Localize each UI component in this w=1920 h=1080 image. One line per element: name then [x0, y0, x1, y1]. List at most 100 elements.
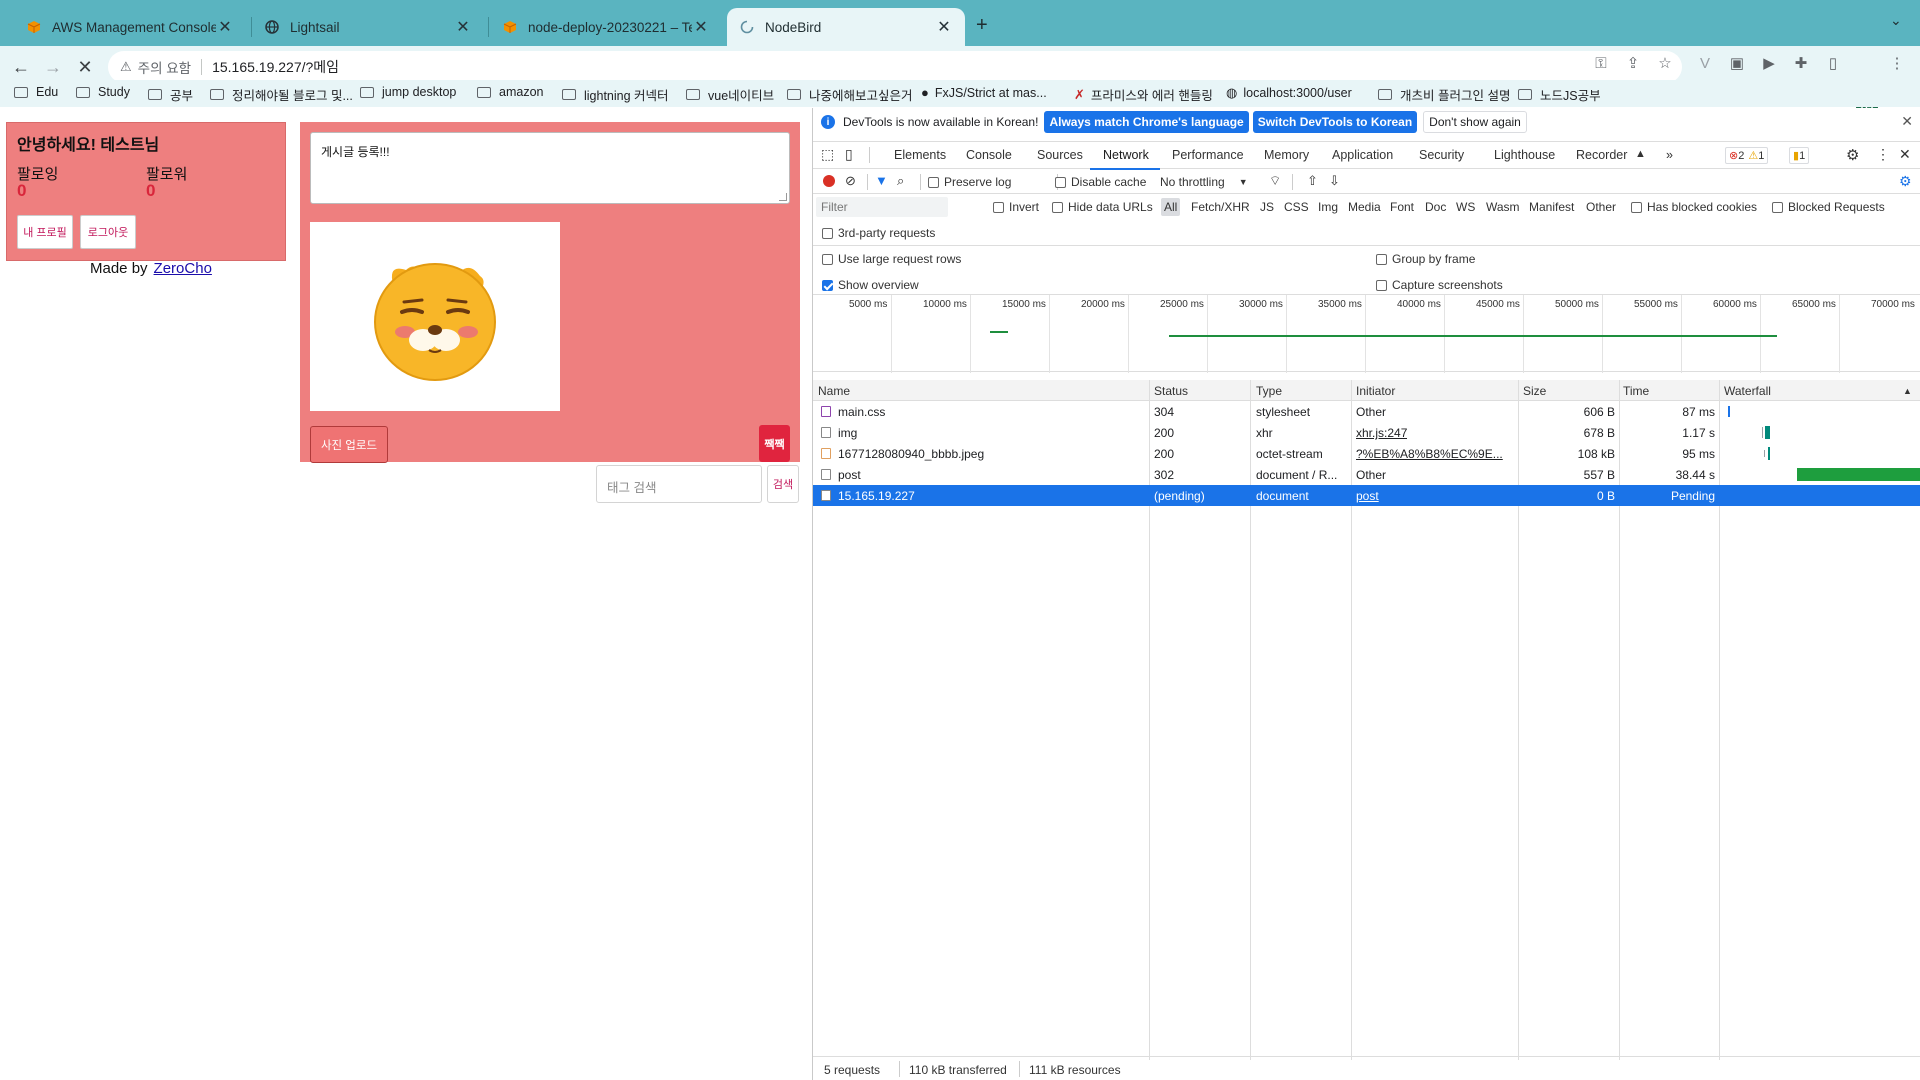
has-blocked-cookies-checkbox[interactable]: Has blocked cookies — [1631, 200, 1757, 214]
dont-show-again-button[interactable]: Don't show again — [1423, 111, 1527, 133]
tweet-submit-button[interactable]: 짹짹 — [759, 425, 790, 462]
new-tab-button[interactable]: + — [976, 14, 988, 37]
forward-arrow-icon[interactable]: → — [38, 52, 68, 82]
bookmark-link[interactable]: ◍ localhost:3000/user — [1226, 85, 1352, 101]
export-har-icon[interactable]: ⇩ — [1329, 173, 1340, 189]
filter-wasm[interactable]: Wasm — [1486, 200, 1520, 214]
post-textarea[interactable]: 게시글 등록!!! — [310, 132, 790, 204]
checkbox[interactable] — [1376, 253, 1387, 265]
gear-icon[interactable]: ⚙ — [1846, 146, 1859, 164]
table-row[interactable]: main.css 304 stylesheet Other 606 B 87 m… — [813, 401, 1920, 422]
large-rows-checkbox[interactable]: Use large request rows — [822, 252, 961, 266]
table-row[interactable]: img 200 xhr xhr.js:247 678 B 1.17 s — [813, 422, 1920, 443]
filter-icon[interactable]: ▼ — [875, 173, 888, 188]
filter-other[interactable]: Other — [1586, 200, 1616, 214]
filter-css[interactable]: CSS — [1284, 200, 1309, 214]
author-link[interactable]: ZeroCho — [154, 260, 212, 277]
checkbox[interactable] — [1055, 176, 1066, 188]
clear-icon[interactable]: ⊘ — [845, 173, 856, 189]
checkbox[interactable] — [993, 201, 1004, 213]
filter-media[interactable]: Media — [1348, 200, 1381, 214]
bookmark-folder[interactable]: 공부 — [148, 85, 193, 104]
checkbox[interactable] — [822, 227, 833, 239]
bookmark-folder[interactable]: Edu — [14, 85, 58, 99]
bookmark-folder[interactable]: amazon — [477, 85, 543, 99]
filter-img[interactable]: Img — [1318, 200, 1338, 214]
group-by-frame-checkbox[interactable]: Group by frame — [1376, 252, 1475, 266]
kebab-menu-icon[interactable]: ⋮ — [1876, 146, 1890, 163]
bookmark-folder[interactable]: 노드JS공부 — [1518, 85, 1601, 104]
back-arrow-icon[interactable]: ← — [6, 52, 36, 82]
checkbox[interactable] — [822, 253, 833, 265]
tab-lighthouse[interactable]: Lighthouse — [1494, 148, 1555, 162]
capture-screenshots-checkbox[interactable]: Capture screenshots — [1376, 278, 1503, 292]
chevron-down-icon[interactable]: ⌄ — [1890, 12, 1902, 29]
extension-media-icon[interactable]: ▶ — [1758, 52, 1780, 74]
search-button[interactable]: 검색 — [767, 465, 799, 503]
share-icon[interactable]: ⇪ — [1622, 52, 1644, 74]
close-icon[interactable]: ✕ — [454, 17, 472, 37]
filter-all[interactable]: All — [1161, 198, 1181, 216]
resize-grip-icon[interactable] — [779, 193, 787, 201]
col-name[interactable]: Name — [818, 384, 850, 398]
filter-js[interactable]: JS — [1260, 200, 1274, 214]
tab-nodebird[interactable]: NodeBird ✕ — [727, 8, 965, 46]
tab-node-deploy[interactable]: node-deploy-20230221 – Term ✕ — [490, 8, 722, 46]
tab-elements[interactable]: Elements — [894, 148, 946, 162]
tab-sources[interactable]: Sources — [1037, 148, 1083, 162]
error-badge[interactable]: ⊗ 2 ⚠ 1 — [1725, 147, 1769, 164]
tab-application[interactable]: Application — [1332, 148, 1393, 162]
match-language-button[interactable]: Always match Chrome's language — [1044, 111, 1249, 133]
tab-security[interactable]: Security — [1419, 148, 1464, 162]
row-initiator-link[interactable]: post — [1356, 489, 1379, 503]
checkbox[interactable] — [1772, 201, 1783, 213]
invert-checkbox[interactable]: Invert — [993, 200, 1039, 214]
disable-cache-checkbox[interactable]: Disable cache — [1055, 175, 1146, 189]
bookmark-folder[interactable]: vue네이티브 — [686, 85, 774, 104]
row-initiator-link[interactable]: xhr.js:247 — [1356, 426, 1407, 440]
bookmark-folder[interactable]: lightning 커넥터 — [562, 85, 669, 104]
key-icon[interactable]: ⚿ — [1590, 52, 1612, 74]
blocked-requests-checkbox[interactable]: Blocked Requests — [1772, 200, 1885, 214]
table-row[interactable]: 1677128080940_bbbb.jpeg 200 octet-stream… — [813, 443, 1920, 464]
photo-upload-button[interactable]: 사진 업로드 — [310, 426, 388, 463]
close-icon[interactable]: ✕ — [692, 17, 710, 37]
checkbox[interactable] — [822, 279, 833, 291]
puzzle-icon[interactable]: ✚ — [1790, 52, 1812, 74]
bookmark-link[interactable]: ● FxJS/Strict at mas... — [921, 85, 1047, 100]
tab-console[interactable]: Console — [966, 148, 1012, 162]
col-size[interactable]: Size — [1523, 384, 1546, 398]
bookmark-folder[interactable]: 개츠비 플러그인 설명 — [1378, 85, 1510, 104]
checkbox[interactable] — [1376, 279, 1387, 291]
bookmark-folder[interactable]: jump desktop — [360, 85, 456, 99]
bookmark-link[interactable]: ✗ 프라미스와 에러 핸들링 — [1074, 85, 1213, 104]
stop-loading-icon[interactable]: ✕ — [70, 52, 100, 82]
network-conditions-icon[interactable]: ⌔ — [1269, 173, 1281, 189]
tab-lightsail[interactable]: Lightsail ✕ — [252, 8, 484, 46]
filter-ws[interactable]: WS — [1456, 200, 1475, 214]
bookmark-folder[interactable]: Study — [76, 85, 130, 99]
tag-search-input[interactable]: 태그 검색 — [596, 465, 762, 503]
table-row[interactable]: post 302 document / R... Other 557 B 38.… — [813, 464, 1920, 485]
search-icon[interactable]: ⌕ — [897, 173, 904, 189]
logout-button[interactable]: 로그아웃 — [80, 215, 136, 249]
col-status[interactable]: Status — [1154, 384, 1188, 398]
sidebar-icon[interactable]: ▯ — [1822, 52, 1844, 74]
network-settings-gear-icon[interactable]: ⚙ — [1899, 173, 1912, 190]
import-har-icon[interactable]: ⇧ — [1307, 173, 1318, 189]
address-bar[interactable]: ⚠ 주의 요함 15.165.19.227/?메임 — [108, 51, 1682, 83]
tab-aws-console[interactable]: AWS Management Console ✕ — [14, 8, 246, 46]
filter-fetch-xhr[interactable]: Fetch/XHR — [1191, 200, 1250, 214]
row-initiator-link[interactable]: ?%EB%A8%B8%EC%9E... — [1356, 447, 1514, 461]
extension-dark-reader-icon[interactable]: ▣ — [1726, 52, 1748, 74]
col-type[interactable]: Type — [1256, 384, 1282, 398]
bookmark-folder[interactable]: 정리해야될 블로그 및... — [210, 85, 353, 104]
hide-data-urls-checkbox[interactable]: Hide data URLs — [1052, 200, 1153, 214]
network-overview-timeline[interactable]: 5000 ms 10000 ms 15000 ms 20000 ms 25000… — [813, 294, 1920, 373]
filter-input[interactable]: Filter — [816, 197, 948, 217]
col-initiator[interactable]: Initiator — [1356, 384, 1395, 398]
table-row-selected[interactable]: 15.165.19.227 (pending) document post 0 … — [813, 485, 1920, 506]
switch-korean-button[interactable]: Switch DevTools to Korean — [1252, 111, 1418, 133]
close-icon[interactable]: ✕ — [935, 17, 953, 37]
tab-network[interactable]: Network — [1103, 148, 1149, 162]
